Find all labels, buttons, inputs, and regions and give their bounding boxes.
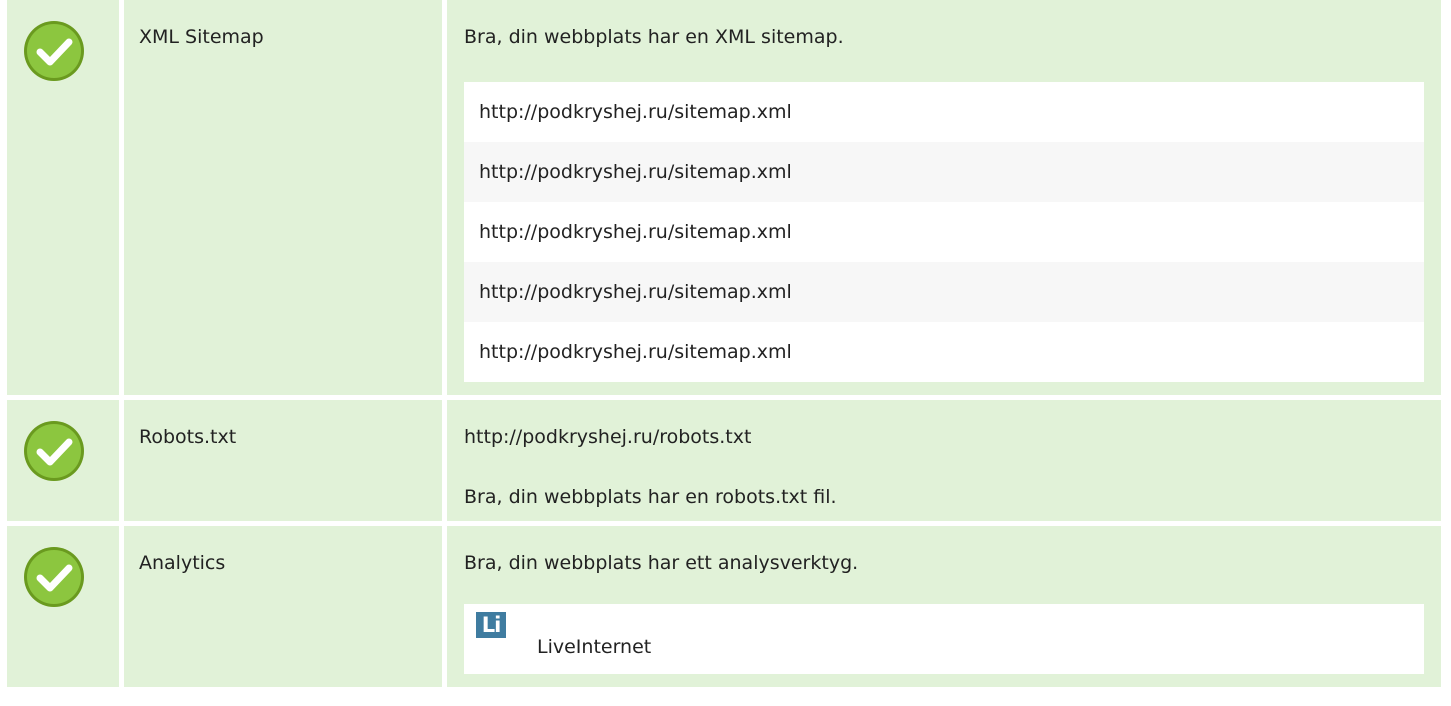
- row-label: XML Sitemap: [124, 0, 442, 395]
- row-label: Robots.txt: [124, 400, 442, 521]
- status-cell: [7, 526, 119, 687]
- status-message: Bra, din webbplats har en robots.txt fil…: [464, 486, 837, 508]
- check-circle-icon: [24, 547, 84, 607]
- list-item: http://podkryshej.ru/sitemap.xml: [479, 221, 792, 243]
- status-cell: [7, 400, 119, 521]
- analytics-tool: Li LiveInternet: [464, 604, 1424, 674]
- check-circle-icon: [24, 21, 84, 81]
- report-row-analytics: Analytics Bra, din webbplats har ett ana…: [0, 526, 1451, 687]
- list-item: http://podkryshej.ru/sitemap.xml: [464, 262, 1424, 322]
- robots-url: http://podkryshej.ru/robots.txt: [464, 426, 752, 448]
- list-item: http://podkryshej.ru/sitemap.xml: [479, 101, 792, 123]
- row-content: Bra, din webbplats har en XML sitemap. h…: [447, 0, 1441, 395]
- seo-report: XML Sitemap Bra, din webbplats har en XM…: [0, 0, 1451, 687]
- check-circle-icon: [24, 421, 84, 481]
- row-content: Bra, din webbplats har ett analysverktyg…: [447, 526, 1441, 687]
- tool-name: LiveInternet: [537, 636, 652, 658]
- list-item: http://podkryshej.ru/sitemap.xml: [479, 341, 792, 363]
- report-row-xml-sitemap: XML Sitemap Bra, din webbplats har en XM…: [0, 0, 1451, 395]
- row-label: Analytics: [124, 526, 442, 687]
- list-item: http://podkryshej.ru/sitemap.xml: [464, 142, 1424, 202]
- row-content: http://podkryshej.ru/robots.txt Bra, din…: [447, 400, 1441, 521]
- sitemap-url-list: http://podkryshej.ru/sitemap.xml http://…: [464, 82, 1424, 382]
- status-message: Bra, din webbplats har en XML sitemap.: [464, 26, 844, 48]
- report-row-robots-txt: Robots.txt http://podkryshej.ru/robots.t…: [0, 400, 1451, 521]
- liveinternet-logo-icon: Li: [476, 612, 506, 638]
- status-cell: [7, 0, 119, 395]
- status-message: Bra, din webbplats har ett analysverktyg…: [464, 552, 859, 574]
